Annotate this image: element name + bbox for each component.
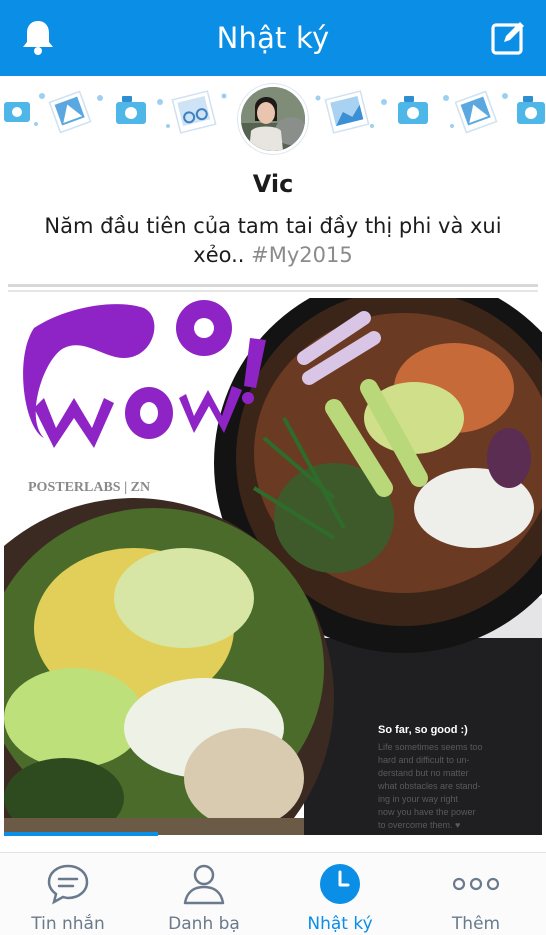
tab-label: Tin nhắn <box>31 914 105 934</box>
svg-text:now you have the power: now you have the power <box>378 807 476 817</box>
status-hashtag[interactable]: #My2015 <box>251 243 353 267</box>
page-title: Nhật ký <box>216 21 330 55</box>
divider <box>8 290 538 292</box>
tab-label: Danh bạ <box>168 914 240 934</box>
divider <box>8 284 538 287</box>
tab-more[interactable]: Thêm <box>408 853 544 935</box>
svg-text:what obstacles are stand-: what obstacles are stand- <box>377 781 481 791</box>
svg-text:Life sometimes seems too: Life sometimes seems too <box>378 742 483 752</box>
post-image[interactable]: POSTERLABS | ZN So far, so good :) Life … <box>4 298 542 835</box>
carousel-progress <box>4 832 158 836</box>
clock-icon <box>317 861 363 907</box>
tab-diary[interactable]: Nhật ký <box>272 853 408 935</box>
post-credit: POSTERLABS | ZN <box>28 480 150 495</box>
svg-text:ing in your way right: ing in your way right <box>378 794 459 804</box>
post-caption-title: So far, so good :) <box>378 724 468 736</box>
chat-bubble-icon <box>45 861 91 907</box>
svg-text:derstand but no matter: derstand but no matter <box>378 768 469 778</box>
avatar[interactable] <box>238 84 308 154</box>
person-icon <box>181 861 227 907</box>
tab-label: Thêm <box>451 914 501 934</box>
profile-name: Vic <box>252 170 294 198</box>
tab-contacts[interactable]: Danh bạ <box>136 853 272 935</box>
bottom-tab-bar: Tin nhắn Danh bạ Nhật ký Thêm <box>0 852 546 935</box>
top-bar: Nhật ký <box>0 0 546 76</box>
compose-icon[interactable] <box>490 18 528 56</box>
tab-label: Nhật ký <box>307 914 373 934</box>
status-text: Năm đầu tiên của tam tai đầy thị phi và … <box>24 212 522 270</box>
svg-text:hard and difficult to un-: hard and difficult to un- <box>378 755 469 765</box>
tab-messages[interactable]: Tin nhắn <box>0 853 136 935</box>
bell-icon[interactable] <box>20 18 56 56</box>
more-dots-icon <box>452 861 500 907</box>
svg-text:to overcome them. ♥: to overcome them. ♥ <box>378 820 460 830</box>
